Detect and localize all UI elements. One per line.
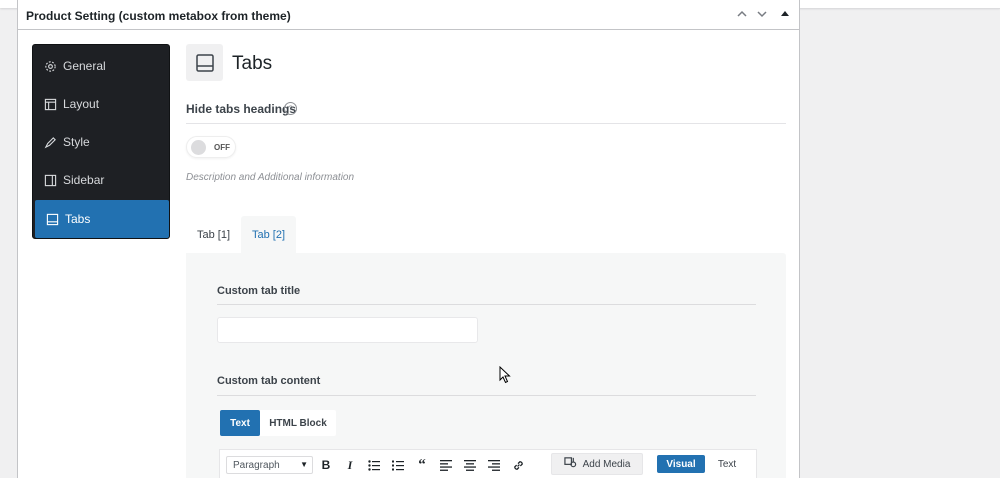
tab-2[interactable]: Tab [2] <box>241 216 296 253</box>
bold-icon[interactable]: B <box>318 457 334 473</box>
italic-icon[interactable]: I <box>342 457 358 473</box>
paragraph-select-value: Paragraph <box>233 459 280 471</box>
editor-toolbar: Paragraph ▼ B I “ Add Media Visual Text <box>219 449 757 478</box>
blockquote-icon[interactable]: “ <box>414 457 430 473</box>
toggle-state: OFF <box>214 143 230 152</box>
sidebar-icon <box>43 173 57 187</box>
sidebar-item-label: Sidebar <box>63 173 105 187</box>
chevron-up-icon[interactable] <box>736 8 748 23</box>
divider <box>186 123 786 124</box>
left-strip <box>0 0 17 478</box>
sidebar-item-sidebar[interactable]: Sidebar <box>33 161 169 199</box>
gear-icon <box>43 59 57 73</box>
settings-sidebar: General Layout Style Sidebar Tabs <box>32 44 170 239</box>
align-right-icon[interactable] <box>486 457 502 473</box>
mode-html-block-button[interactable]: HTML Block <box>260 410 336 436</box>
custom-tab-title-label: Custom tab title <box>217 285 301 297</box>
visual-tab-button[interactable]: Visual <box>657 455 705 473</box>
numbered-list-icon[interactable] <box>390 457 406 473</box>
hide-tabs-toggle[interactable]: OFF <box>186 136 236 158</box>
mode-text-button[interactable]: Text <box>220 410 260 436</box>
custom-tab-content-label: Custom tab content <box>217 375 321 387</box>
section-title: Tabs <box>232 53 273 74</box>
align-center-icon[interactable] <box>462 457 478 473</box>
help-icon[interactable]: ? <box>284 102 297 115</box>
metabox-title: Product Setting (custom metabox from the… <box>26 9 291 23</box>
sidebar-item-general[interactable]: General <box>33 47 169 85</box>
brush-icon <box>43 135 57 149</box>
sidebar-item-style[interactable]: Style <box>33 123 169 161</box>
hide-tabs-label: Hide tabs headings <box>186 102 297 116</box>
description-text: Description and Additional information <box>186 172 355 183</box>
tabs-section-icon <box>186 44 223 81</box>
layout-icon <box>43 97 57 111</box>
sidebar-item-layout[interactable]: Layout <box>33 85 169 123</box>
chevron-down-icon[interactable] <box>756 8 768 23</box>
caret-down-icon: ▼ <box>300 460 308 469</box>
toggle-panel-icon[interactable] <box>780 8 790 23</box>
toggle-knob <box>191 140 206 155</box>
sidebar-item-label: Style <box>63 135 90 149</box>
divider <box>217 304 756 305</box>
paragraph-select[interactable]: Paragraph ▼ <box>226 456 313 474</box>
sidebar-item-label: General <box>63 59 106 73</box>
sidebar-item-label: Layout <box>63 97 100 111</box>
add-media-button[interactable]: Add Media <box>551 453 643 475</box>
mouse-cursor-icon <box>499 365 511 389</box>
add-media-icon <box>563 456 577 472</box>
align-left-icon[interactable] <box>438 457 454 473</box>
tab-1[interactable]: Tab [1] <box>186 216 241 253</box>
custom-tab-title-input[interactable] <box>217 317 478 343</box>
text-tab-button[interactable]: Text <box>705 455 749 473</box>
tab-panel: Custom tab title Custom tab content Text… <box>186 253 786 478</box>
link-icon[interactable] <box>510 457 526 473</box>
bullet-list-icon[interactable] <box>366 457 382 473</box>
divider <box>800 8 1000 9</box>
divider <box>217 395 756 396</box>
metabox-header: Product Setting (custom metabox from the… <box>18 0 799 30</box>
add-media-label: Add Media <box>582 458 631 470</box>
product-setting-metabox: Product Setting (custom metabox from the… <box>17 0 800 478</box>
sidebar-item-tabs[interactable]: Tabs <box>35 200 169 238</box>
sidebar-item-label: Tabs <box>65 212 91 226</box>
right-column <box>800 0 1000 478</box>
tabs-icon <box>45 212 59 226</box>
